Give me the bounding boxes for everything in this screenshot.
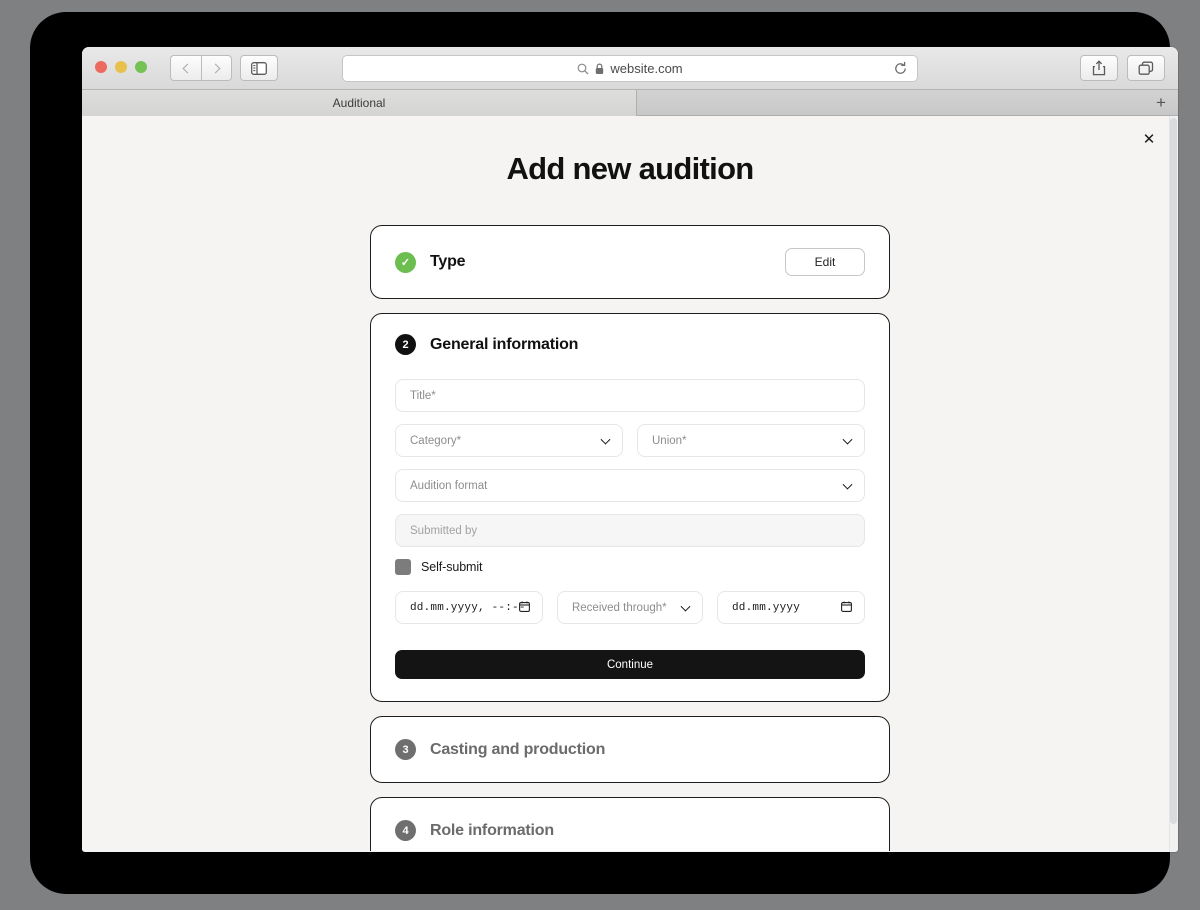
form-row-title: Title* bbox=[395, 379, 865, 412]
page-title: Add new audition bbox=[506, 151, 754, 186]
url-text: website.com bbox=[610, 61, 683, 76]
reload-icon bbox=[895, 61, 906, 74]
calendar-icon[interactable] bbox=[519, 601, 530, 615]
reload-button[interactable] bbox=[893, 61, 908, 81]
maximize-window-button[interactable] bbox=[135, 61, 147, 73]
step-card-general-information: 2 General information Title* Category* U… bbox=[370, 313, 890, 702]
tabs-overview-button[interactable] bbox=[1127, 55, 1165, 81]
submitted-datetime-value: dd.mm.yyyy, --:-- bbox=[410, 601, 526, 614]
step-header-type: ✓ Type Edit bbox=[395, 248, 865, 276]
step-label-role-information: Role information bbox=[430, 821, 554, 839]
window-traffic-lights bbox=[95, 61, 147, 73]
title-input[interactable]: Title* bbox=[395, 379, 865, 412]
close-window-button[interactable] bbox=[95, 61, 107, 73]
form-row-dates: dd.mm.yyyy, --:-- Received through* dd.m… bbox=[395, 591, 865, 624]
forward-button[interactable] bbox=[201, 55, 232, 81]
chevron-down-icon bbox=[600, 434, 611, 445]
new-tab-button[interactable]: + bbox=[1152, 93, 1170, 111]
step-number-badge-3: 3 bbox=[395, 739, 416, 760]
category-select[interactable]: Category* bbox=[395, 424, 623, 457]
step-header-casting-and-production: 3 Casting and production bbox=[395, 739, 865, 760]
device-bezel: website.com Auditional + ✕ Add new audit… bbox=[30, 12, 1178, 894]
browser-toolbar: website.com bbox=[82, 47, 1178, 90]
step-label-type: Type bbox=[430, 253, 466, 270]
audition-format-select[interactable]: Audition format bbox=[395, 469, 865, 502]
union-select[interactable]: Union* bbox=[637, 424, 865, 457]
self-submit-checkbox[interactable] bbox=[395, 559, 411, 575]
minimize-window-button[interactable] bbox=[115, 61, 127, 73]
back-chevron-icon bbox=[182, 63, 193, 73]
edit-type-button[interactable]: Edit bbox=[785, 248, 865, 276]
chevron-down-icon bbox=[842, 434, 853, 445]
lock-icon bbox=[596, 63, 604, 74]
calendar-glyph bbox=[841, 601, 852, 612]
step-header-general-information: 2 General information bbox=[395, 334, 865, 355]
sidebar-toggle-button[interactable] bbox=[240, 55, 278, 81]
union-select-value: Union* bbox=[652, 434, 687, 447]
self-submit-row[interactable]: Self-submit bbox=[395, 559, 865, 575]
sidebar-toggle-icon bbox=[251, 61, 267, 75]
modal-content: Add new audition ✓ Type Edit 2 General i… bbox=[82, 116, 1178, 851]
form-row-category-union: Category* Union* bbox=[395, 424, 865, 457]
page-content: ✕ Add new audition ✓ Type Edit 2 General… bbox=[82, 116, 1178, 851]
tab-empty-area bbox=[637, 90, 1178, 116]
calendar-glyph bbox=[519, 601, 530, 612]
step-status-check-icon: ✓ bbox=[395, 251, 416, 273]
close-modal-button[interactable]: ✕ bbox=[1139, 129, 1159, 149]
page-scrollbar[interactable] bbox=[1169, 116, 1178, 851]
share-icon bbox=[1092, 60, 1106, 76]
self-submit-label: Self-submit bbox=[421, 560, 483, 574]
step-card-casting-and-production[interactable]: 3 Casting and production bbox=[370, 716, 890, 783]
chevron-down-icon bbox=[680, 601, 691, 612]
step-label-casting-and-production: Casting and production bbox=[430, 740, 606, 758]
scrollbar-thumb[interactable] bbox=[1170, 118, 1177, 824]
step-card-role-information[interactable]: 4 Role information bbox=[370, 797, 890, 851]
continue-button[interactable]: Continue bbox=[395, 650, 865, 679]
received-through-select[interactable]: Received through* bbox=[556, 591, 703, 624]
submitted-by-input: Submitted by bbox=[395, 514, 865, 547]
address-bar[interactable]: website.com bbox=[342, 55, 918, 82]
forward-chevron-icon bbox=[210, 63, 220, 73]
form-row-submitted-by: Submitted by bbox=[395, 514, 865, 547]
calendar-icon[interactable] bbox=[841, 601, 852, 615]
browser-window: website.com Auditional + ✕ Add new audit… bbox=[82, 47, 1178, 852]
search-icon bbox=[577, 63, 589, 74]
received-through-value: Received through* bbox=[571, 601, 667, 614]
general-information-form: Title* Category* Union* Audition format … bbox=[395, 379, 865, 679]
received-date-input[interactable]: dd.mm.yyyy bbox=[717, 591, 865, 624]
submitted-datetime-input[interactable]: dd.mm.yyyy, --:-- bbox=[395, 591, 543, 624]
audition-format-select-value: Audition format bbox=[410, 479, 488, 492]
step-header-role-information: 4 Role information bbox=[395, 820, 865, 841]
chevron-down-icon bbox=[842, 479, 853, 490]
back-button[interactable] bbox=[170, 55, 201, 81]
tab-auditional[interactable]: Auditional bbox=[82, 90, 637, 116]
category-select-value: Category* bbox=[410, 434, 462, 447]
tabs-overview-icon bbox=[1138, 61, 1154, 75]
address-bar-content: website.com bbox=[577, 61, 683, 76]
received-date-value: dd.mm.yyyy bbox=[732, 601, 801, 614]
share-button[interactable] bbox=[1080, 55, 1118, 81]
step-number-badge-4: 4 bbox=[395, 820, 416, 841]
form-row-audition-format: Audition format bbox=[395, 469, 865, 502]
step-label-general-information: General information bbox=[430, 335, 579, 353]
step-number-badge-2: 2 bbox=[395, 334, 416, 355]
navigation-buttons bbox=[170, 55, 232, 81]
toolbar-right-buttons bbox=[1080, 55, 1165, 81]
tab-strip: Auditional + bbox=[82, 90, 1178, 116]
step-card-type[interactable]: ✓ Type Edit bbox=[370, 225, 890, 299]
